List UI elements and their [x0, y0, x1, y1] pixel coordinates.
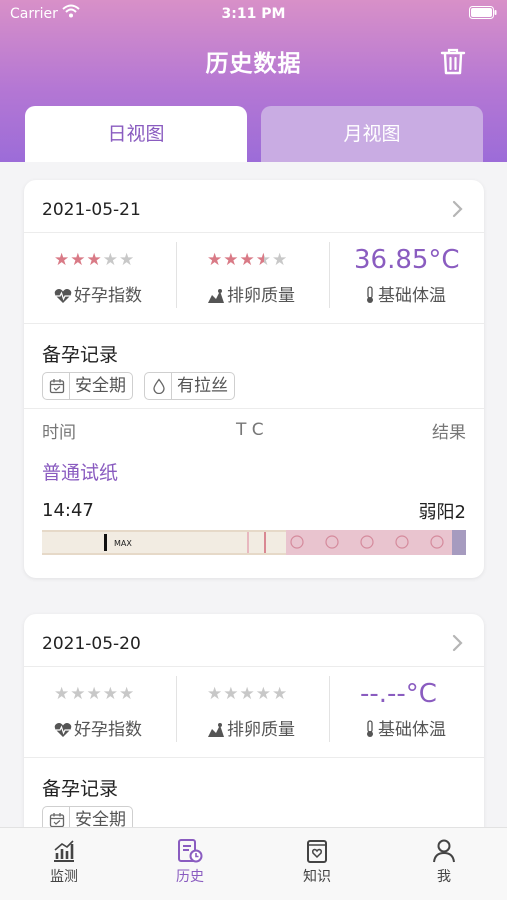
ovulation-quality-stars: ★★★★★ [207, 684, 317, 704]
divider [24, 757, 484, 758]
basal-temp-value: --.--°C [360, 679, 437, 709]
ovulation-quality-label: 排卵质量 [207, 286, 295, 306]
heart-pulse-icon [54, 289, 72, 303]
star-icon: ★ [223, 250, 240, 270]
ovulation-quality-label: 排卵质量 [207, 720, 295, 740]
star-icon: ★ [207, 250, 224, 270]
calendar-icon [49, 813, 65, 828]
star-icon: ★ [102, 250, 119, 270]
pregnancy-index-stars: ★★★★★ [54, 684, 164, 704]
record-section-title: 备孕记录 [42, 778, 119, 800]
divider [24, 323, 484, 324]
trash-icon[interactable] [438, 46, 468, 76]
record-date: 2021-05-21 [42, 200, 141, 220]
star-icon: ★ [255, 250, 272, 270]
column-result: 结果 [432, 423, 466, 443]
header: Carrier 3:11 PM 历史数据 日视图 月视图 [0, 0, 507, 162]
record-date: 2021-05-20 [42, 634, 141, 654]
chevron-right-icon[interactable] [452, 634, 464, 652]
view-tabs: 日视图 月视图 [25, 106, 483, 162]
star-icon: ★ [272, 250, 289, 270]
status-bar: Carrier 3:11 PM [0, 0, 507, 30]
star-icon: ★ [86, 250, 103, 270]
test-strip-image[interactable]: MAX [42, 530, 466, 555]
battery-icon [469, 6, 497, 19]
star-icon: ★ [86, 684, 103, 704]
basal-temp-label: 基础体温 [364, 286, 446, 306]
star-icon: ★ [102, 684, 119, 704]
tab-month-view[interactable]: 月视图 [261, 106, 483, 162]
thermometer-icon [367, 720, 373, 737]
star-icon: ★ [207, 684, 224, 704]
divider [24, 408, 484, 409]
history-icon [178, 839, 203, 863]
test-result: 弱阳2 [418, 502, 466, 523]
star-icon: ★ [255, 684, 272, 704]
test-time: 14:47 [42, 500, 94, 521]
tabbar-item-monitor[interactable]: 监测 [24, 838, 104, 886]
divider [24, 232, 484, 233]
page-title: 历史数据 [205, 51, 302, 77]
divider [24, 666, 484, 667]
divider [329, 676, 330, 742]
star-icon: ★ [272, 684, 289, 704]
basal-temp-label: 基础体温 [364, 720, 446, 740]
column-tc: T C [236, 420, 264, 440]
ovulation-quality-stars: ★★★★★ [207, 250, 317, 270]
drop-icon [153, 378, 165, 394]
tag-stringy-mucus: 有拉丝 [144, 372, 235, 400]
calendar-icon [49, 379, 65, 394]
record-section-title: 备孕记录 [42, 344, 119, 366]
test-type: 普通试纸 [42, 462, 119, 484]
book-icon [307, 840, 327, 863]
divider [329, 242, 330, 308]
ovulation-icon [208, 723, 224, 737]
star-icon: ★ [54, 250, 71, 270]
star-icon: ★ [70, 250, 87, 270]
column-time: 时间 [42, 423, 76, 443]
day-record-card[interactable]: 2021-05-21 ★★★★★ 好孕指数 ★★★★★ 排卵质量 36.85°C… [24, 180, 484, 578]
pregnancy-index-label: 好孕指数 [54, 286, 142, 306]
divider [176, 676, 177, 742]
profile-icon [433, 839, 455, 863]
chevron-right-icon[interactable] [452, 200, 464, 218]
ovulation-icon [208, 289, 224, 303]
pregnancy-index-label: 好孕指数 [54, 720, 142, 740]
divider [176, 242, 177, 308]
tabbar-item-history[interactable]: 历史 [150, 838, 230, 886]
star-icon: ★ [70, 684, 87, 704]
bottom-tab-bar: 监测 历史 知识 我 [0, 827, 507, 900]
strip-max-label: MAX [114, 539, 132, 548]
star-icon: ★ [239, 250, 256, 270]
star-icon: ★ [54, 684, 71, 704]
star-icon: ★ [119, 684, 136, 704]
tag-safe-period: 安全期 [42, 372, 133, 400]
star-icon: ★ [119, 250, 136, 270]
chart-icon [54, 840, 74, 862]
star-icon: ★ [239, 684, 256, 704]
thermometer-icon [367, 286, 373, 303]
tabbar-item-knowledge[interactable]: 知识 [277, 838, 357, 886]
star-icon: ★ [223, 684, 240, 704]
basal-temp-value: 36.85°C [354, 245, 460, 275]
status-time: 3:11 PM [221, 6, 286, 22]
tabbar-item-me[interactable]: 我 [404, 838, 484, 886]
pregnancy-index-stars: ★★★★★ [54, 250, 164, 270]
heart-pulse-icon [54, 723, 72, 737]
tab-day-view[interactable]: 日视图 [25, 106, 247, 162]
